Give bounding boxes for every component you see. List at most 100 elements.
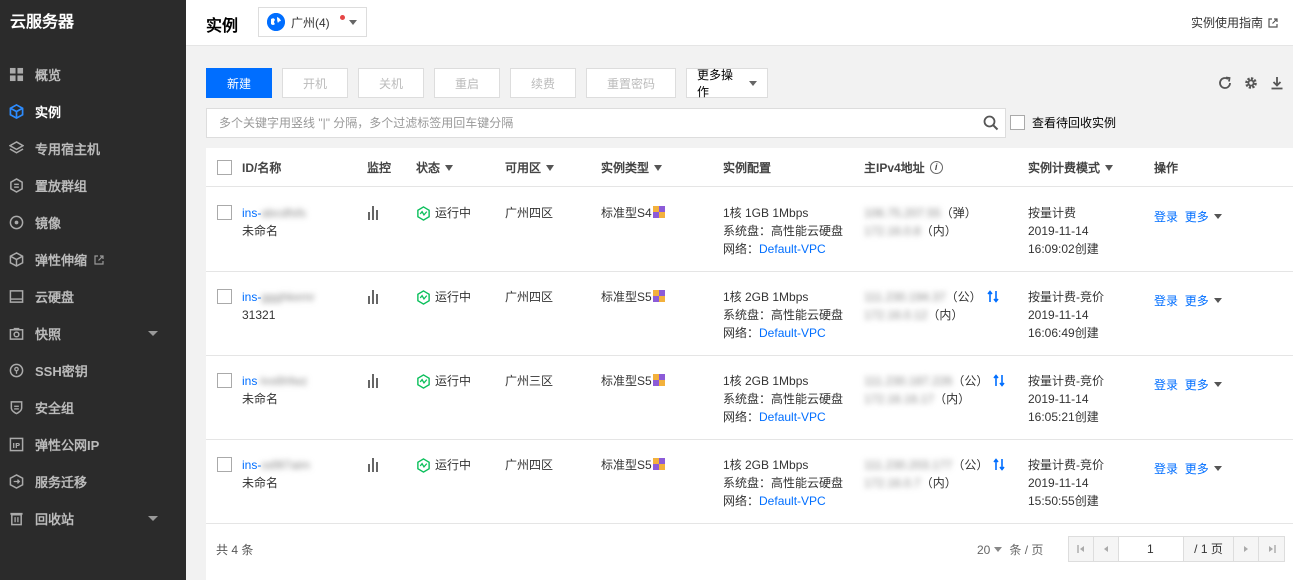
status-label: 运行中: [435, 206, 472, 220]
row-checkbox[interactable]: [217, 205, 232, 225]
renew-button[interactable]: 续费: [510, 68, 576, 98]
prev-page-button[interactable]: [1094, 537, 1119, 561]
sidebar-item-recycle-bin[interactable]: 回收站: [0, 500, 186, 537]
network-label: 网络：: [723, 326, 760, 340]
sidebar-item-migration[interactable]: 服务迁移: [0, 463, 186, 500]
column-header-type[interactable]: 实例类型: [601, 159, 663, 176]
convert-ip-icon[interactable]: [993, 374, 1005, 387]
search-icon[interactable]: [983, 115, 999, 131]
gear-icon[interactable]: [1243, 75, 1259, 91]
search-placeholder: 多个关键字用竖线 "|" 分隔，多个过滤标签用回车键分隔: [219, 116, 514, 130]
filter-icon[interactable]: [654, 164, 663, 171]
private-ip-masked: 172.16.0.8: [864, 224, 921, 238]
column-header-status[interactable]: 状态: [416, 159, 454, 176]
chevron-down-icon: [1213, 382, 1222, 387]
column-header-zone[interactable]: 可用区: [505, 159, 555, 176]
refresh-icon[interactable]: [1217, 75, 1233, 91]
type-cell: 标准型S5: [601, 372, 665, 390]
sidebar-item-instances[interactable]: 实例: [0, 93, 186, 130]
running-status-icon: [417, 205, 430, 221]
shutdown-button[interactable]: 关机: [358, 68, 424, 98]
row-checkbox[interactable]: [217, 289, 232, 309]
filter-icon[interactable]: [445, 164, 454, 171]
instance-id-prefix: ins: [242, 374, 258, 388]
sidebar-item-images[interactable]: 镜像: [0, 204, 186, 241]
instance-type-label: 标准型S5: [601, 458, 652, 472]
page-size-selector[interactable]: 20 条 / 页: [977, 541, 1043, 558]
public-ip: 106.75.207.55（弹）: [864, 204, 977, 222]
chevron-down-icon: [148, 516, 158, 521]
instance-id-link[interactable]: ins-lvs6hfwz: [242, 372, 307, 390]
notification-dot: [340, 15, 345, 20]
convert-ip-icon[interactable]: [993, 458, 1005, 471]
monitor-chart-icon[interactable]: [368, 458, 380, 472]
config-cpu: 1核 2GB 1Mbps: [723, 374, 809, 388]
monitor-chart-icon[interactable]: [368, 206, 380, 220]
config-cpu: 1核 2GB 1Mbps: [723, 290, 809, 304]
instance-id-link[interactable]: ins-od9l7aim: [242, 456, 310, 474]
region-label: 广州(4): [291, 15, 330, 30]
row-checkbox[interactable]: [217, 457, 232, 477]
sidebar-item-overview[interactable]: 概览: [0, 56, 186, 93]
sidebar-item-dedicated-host[interactable]: 专用宿主机: [0, 130, 186, 167]
instance-id-link[interactable]: ins-ggghkemr: [242, 288, 315, 306]
filter-icon[interactable]: [546, 164, 555, 171]
show-recycled-checkbox[interactable]: [1010, 115, 1025, 130]
instance-id-link[interactable]: ins-abcdfsfs: [242, 204, 306, 222]
monitor-chart-icon[interactable]: [368, 374, 380, 388]
type-cell: 标准型S5: [601, 288, 665, 306]
row-checkbox[interactable]: [217, 373, 232, 393]
more-actions-button[interactable]: 更多操作: [686, 68, 768, 99]
sidebar-item-security-group[interactable]: 安全组: [0, 389, 186, 426]
layers-icon: [9, 141, 24, 154]
running-status-icon: [417, 457, 430, 473]
convert-ip-icon[interactable]: [987, 290, 999, 303]
more-link[interactable]: 更多: [1185, 378, 1209, 392]
more-actions-label: 更多操作: [697, 68, 734, 99]
sidebar-item-elastic-ip[interactable]: IP 弹性公网IP: [0, 426, 186, 463]
top-bar: 实例 广州(4) 实例使用指南: [186, 0, 1293, 46]
new-instance-button[interactable]: 新建: [206, 68, 272, 98]
vpc-link[interactable]: Default-VPC: [759, 494, 826, 508]
monitor-chart-icon[interactable]: [368, 290, 380, 304]
sidebar-item-ssh-keys[interactable]: SSH密钥: [0, 352, 186, 389]
private-ip-masked: 172.16.0.7: [864, 476, 921, 490]
more-link[interactable]: 更多: [1185, 294, 1209, 308]
login-link[interactable]: 登录: [1154, 294, 1178, 308]
column-header-label: 实例计费模式: [1028, 161, 1101, 175]
next-page-button[interactable]: [1234, 537, 1259, 561]
start-button[interactable]: 开机: [282, 68, 348, 98]
login-link[interactable]: 登录: [1154, 210, 1178, 224]
vpc-link[interactable]: Default-VPC: [759, 326, 826, 340]
column-header-billing[interactable]: 实例计费模式: [1028, 159, 1114, 176]
info-icon[interactable]: i: [929, 161, 943, 174]
first-page-button[interactable]: [1069, 537, 1094, 561]
page-size-unit: 条 / 页: [1009, 543, 1044, 557]
sidebar-item-cloud-disk[interactable]: 云硬盘: [0, 278, 186, 315]
more-link[interactable]: 更多: [1185, 210, 1209, 224]
console-title: 云服务器: [10, 14, 75, 31]
created-time: 16:06:49创建: [1028, 326, 1099, 340]
page-number-input[interactable]: 1: [1119, 537, 1184, 561]
sidebar-item-label: 概览: [35, 68, 62, 83]
guide-link[interactable]: 实例使用指南: [1191, 14, 1278, 31]
login-link[interactable]: 登录: [1154, 378, 1178, 392]
more-link[interactable]: 更多: [1185, 462, 1209, 476]
reset-password-button[interactable]: 重置密码: [586, 68, 676, 98]
show-recycled-toggle[interactable]: 查看待回收实例: [1010, 114, 1116, 131]
created-time: 16:05:21创建: [1028, 410, 1099, 424]
vpc-link[interactable]: Default-VPC: [759, 410, 826, 424]
restart-button[interactable]: 重启: [434, 68, 500, 98]
column-header-label: 可用区: [505, 161, 542, 175]
sidebar-item-snapshots[interactable]: 快照: [0, 315, 186, 352]
download-icon[interactable]: [1269, 75, 1285, 91]
filter-icon[interactable]: [1105, 164, 1114, 171]
select-all-checkbox[interactable]: [217, 160, 232, 175]
sidebar-item-auto-scaling[interactable]: 弹性伸缩: [0, 241, 186, 278]
region-selector[interactable]: 广州(4): [258, 7, 367, 37]
last-page-button[interactable]: [1259, 537, 1284, 561]
vpc-link[interactable]: Default-VPC: [759, 242, 826, 256]
login-link[interactable]: 登录: [1154, 462, 1178, 476]
sidebar-item-placement-group[interactable]: 置放群组: [0, 167, 186, 204]
search-input[interactable]: 多个关键字用竖线 "|" 分隔，多个过滤标签用回车键分隔: [206, 108, 1006, 138]
